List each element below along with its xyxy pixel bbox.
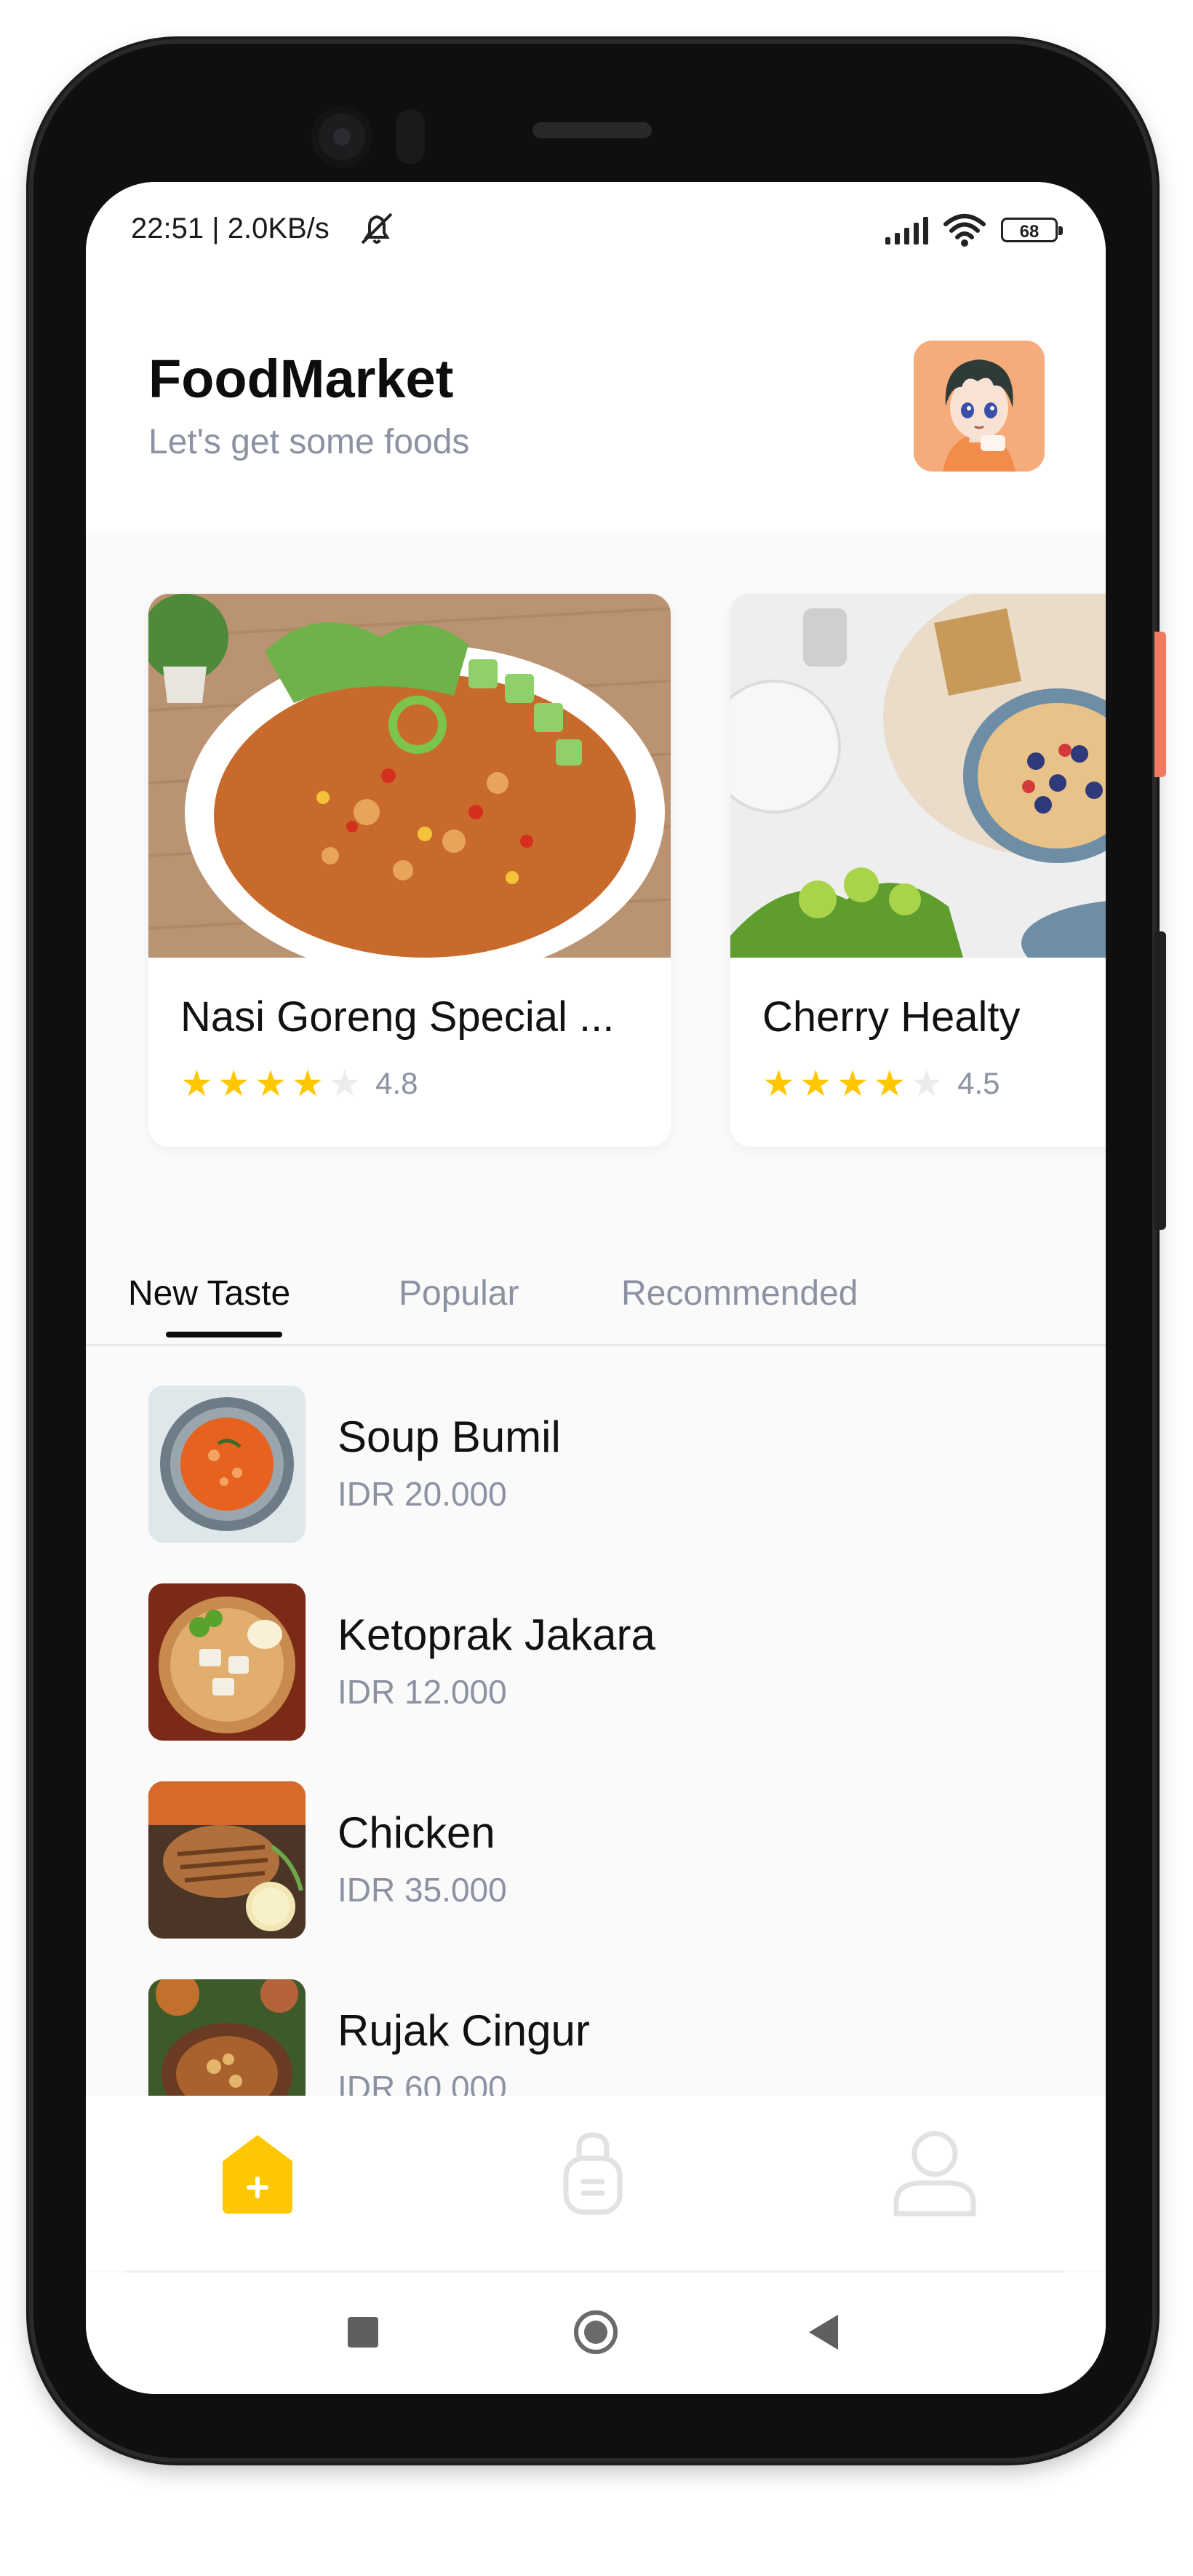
wifi-icon xyxy=(943,214,986,247)
food-thumbnail xyxy=(148,1386,306,1543)
home-system-icon[interactable] xyxy=(574,2310,618,2354)
food-name: Rujak Cingur xyxy=(338,2006,590,2055)
featured-card[interactable]: Nasi Goreng Special ... ★ ★ ★ ★ ★ 4.8 xyxy=(148,594,671,1147)
front-camera xyxy=(311,106,372,167)
recent-apps-icon[interactable] xyxy=(348,2317,378,2348)
tab-popular[interactable]: Popular xyxy=(399,1273,519,1313)
food-name: Nasi Goreng Special ... xyxy=(180,993,615,1041)
avatar[interactable] xyxy=(914,341,1045,472)
food-price: IDR 60.000 xyxy=(338,2069,507,2096)
star-icon: ★ xyxy=(762,1063,795,1104)
status-time: 22:51 | 2.0KB/s xyxy=(131,212,330,245)
phone-side-button xyxy=(1154,632,1166,777)
food-image xyxy=(730,594,1106,958)
list-item[interactable]: Ketoprak Jakara IDR 12.000 xyxy=(148,1583,1043,1741)
battery-icon: 68 xyxy=(1001,218,1063,242)
food-thumbnail xyxy=(148,1781,306,1939)
food-price: IDR 12.000 xyxy=(338,1673,507,1711)
star-icon: ★ xyxy=(873,1063,906,1104)
mute-bell-icon xyxy=(361,212,393,245)
home-icon[interactable] xyxy=(220,2132,295,2217)
food-price: IDR 35.000 xyxy=(338,1871,507,1909)
star-icon: ★ xyxy=(291,1063,324,1104)
rating-value: 4.8 xyxy=(375,1066,418,1100)
tab-recommended[interactable]: Recommended xyxy=(621,1273,858,1313)
back-icon[interactable] xyxy=(809,2315,838,2350)
food-name: Ketoprak Jakara xyxy=(338,1610,655,1659)
food-thumbnail xyxy=(148,1583,306,1741)
star-icon: ★ xyxy=(217,1063,250,1104)
app-header: FoodMarket Let's get some foods xyxy=(86,284,1106,531)
category-tabs: New Taste Popular Recommended xyxy=(86,1208,1106,1346)
rating: ★ ★ ★ ★ ★ 4.5 xyxy=(762,1065,1000,1102)
food-price: IDR 20.000 xyxy=(338,1475,507,1513)
system-navigation xyxy=(86,2273,1106,2394)
phone-power-button xyxy=(1154,931,1166,1230)
app-screen: 22:51 | 2.0KB/s 68 FoodMarket Let's get … xyxy=(86,182,1106,2394)
featured-card[interactable]: Cherry Healty ★ ★ ★ ★ ★ 4.5 xyxy=(730,594,1106,1147)
earpiece-speaker xyxy=(532,122,652,138)
food-thumbnail xyxy=(148,1979,306,2096)
order-bag-icon[interactable] xyxy=(562,2129,624,2217)
page-title: FoodMarket xyxy=(148,349,454,409)
food-name: Soup Bumil xyxy=(338,1412,561,1461)
food-list: Soup Bumil IDR 20.000 Ketoprak Jakara ID… xyxy=(86,1346,1106,2096)
rating-value: 4.5 xyxy=(957,1066,1000,1100)
proximity-sensor xyxy=(396,109,425,164)
food-name: Chicken xyxy=(338,1808,495,1857)
signal-icon xyxy=(885,215,928,245)
food-name: Cherry Healty xyxy=(762,993,1021,1041)
star-empty-icon: ★ xyxy=(328,1063,362,1104)
active-tab-indicator xyxy=(166,1332,282,1337)
star-empty-icon: ★ xyxy=(910,1063,943,1104)
list-item[interactable]: Chicken IDR 35.000 xyxy=(148,1781,1043,1939)
tab-new-taste[interactable]: New Taste xyxy=(128,1273,290,1313)
bottom-navigation xyxy=(86,2096,1106,2270)
food-image xyxy=(148,594,671,958)
status-bar: 22:51 | 2.0KB/s 68 xyxy=(86,182,1106,284)
star-icon: ★ xyxy=(836,1063,869,1104)
status-icons: 68 xyxy=(885,212,1063,247)
star-icon: ★ xyxy=(799,1063,832,1104)
list-item[interactable]: Rujak Cingur IDR 60.000 xyxy=(148,1979,1043,2096)
star-icon: ★ xyxy=(180,1063,213,1104)
star-icon: ★ xyxy=(254,1063,287,1104)
page-subtitle: Let's get some foods xyxy=(148,423,470,461)
featured-foods: Nasi Goreng Special ... ★ ★ ★ ★ ★ 4.8 Ch… xyxy=(86,531,1106,1208)
profile-icon[interactable] xyxy=(892,2128,978,2218)
rating: ★ ★ ★ ★ ★ 4.8 xyxy=(180,1065,418,1102)
list-item[interactable]: Soup Bumil IDR 20.000 xyxy=(148,1386,1043,1543)
